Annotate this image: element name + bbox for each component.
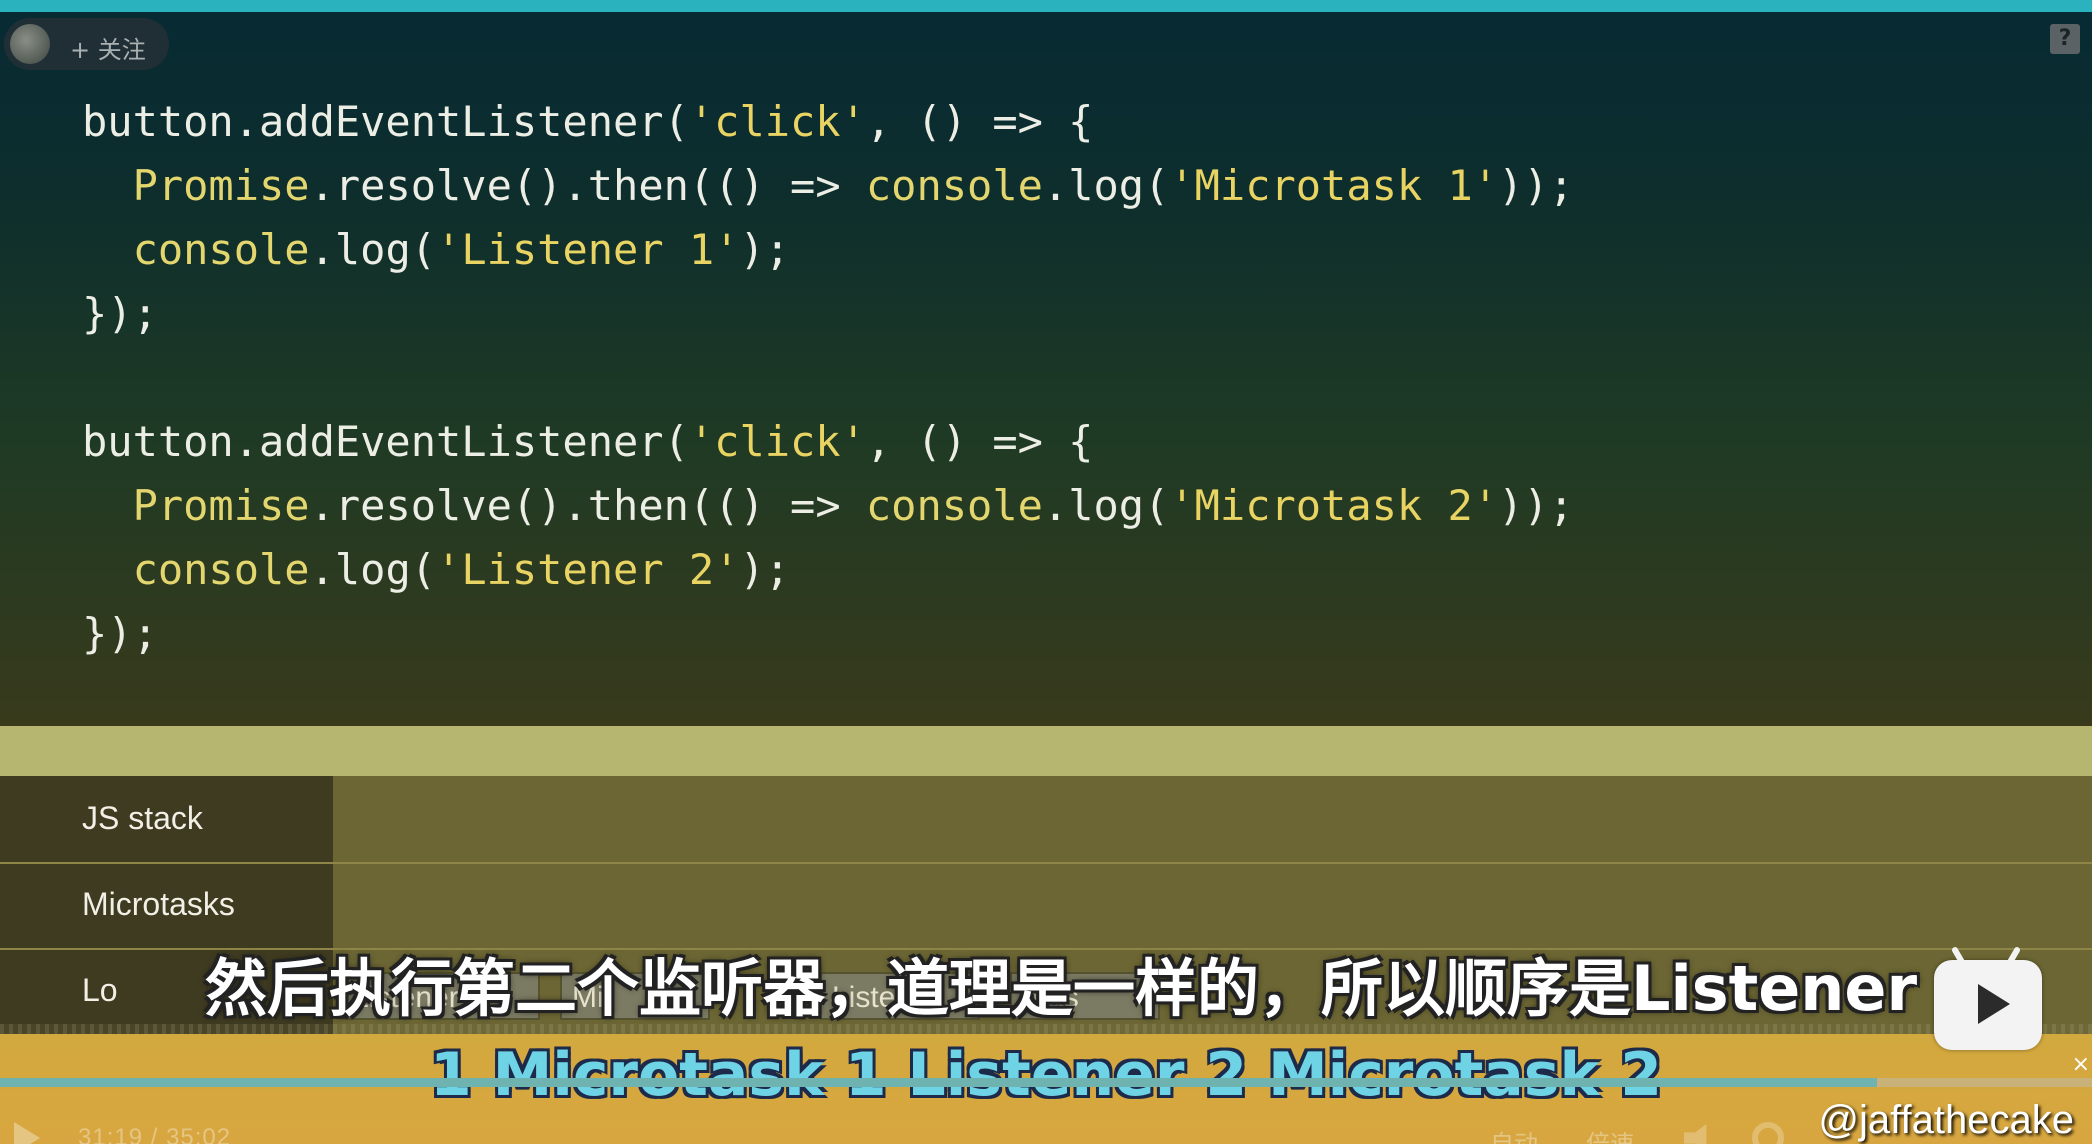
code-token: 'Listener 1' [436,225,740,274]
code-token: Promise [132,481,310,530]
code-line: Promise.resolve().then(() => console.log… [82,474,1574,538]
subtitle-chinese: 然后执行第二个监听器，道理是一样的，所以顺序是Listener [204,952,1918,1025]
code-token: console [865,161,1043,210]
subtitle-english: 1 Microtask 1 Listener 2 Microtask 2 [429,1040,1663,1110]
row-microtasks: Microtasks [0,862,2092,950]
help-icon[interactable]: ? [2050,24,2080,54]
top-accent-strip [0,0,2092,12]
code-token: ); [739,225,791,274]
author-watermark: @jaffathecake [1818,1098,2074,1142]
code-token: console [865,481,1043,530]
code-token: .log( [1042,161,1170,210]
code-line: console.log('Listener 2'); [82,538,1574,602]
follow-button[interactable]: + 关注 [4,18,169,70]
code-token: )); [1498,481,1574,530]
video-frame[interactable]: + 关注 ? button.addEventListener('click', … [0,12,2092,1144]
follow-label: + 关注 [70,36,146,64]
code-token: .resolve().then(() => [309,481,866,530]
code-line: Promise.resolve().then(() => console.log… [82,154,1574,218]
speed-button[interactable]: 倍速 [1586,1124,1634,1144]
close-icon[interactable]: × [2072,1052,2090,1077]
volume-icon[interactable] [1684,1124,1707,1144]
code-token: , () => { [865,417,1094,466]
row-js-stack: JS stack [0,776,2092,864]
uploader-avatar[interactable] [10,24,50,64]
code-token: button.addEventListener( [82,97,689,146]
code-line: button.addEventListener('click', () => { [82,410,1574,474]
code-token: , () => { [865,97,1094,146]
event-loop-band [0,726,2092,776]
code-token: 'Listener 2' [436,545,740,594]
code-token: 'click' [688,417,866,466]
code-token: 'Microtask 2' [1169,481,1499,530]
progress-fill [0,1078,1877,1087]
code-token: }); [82,289,158,338]
code-token: .resolve().then(() => [309,161,866,210]
time-display: 31:19 / 35:02 [78,1124,232,1144]
code-token: Promise [132,161,310,210]
code-token: console [132,225,310,274]
code-token: .log( [309,225,437,274]
code-token: }); [82,609,158,658]
row-label: JS stack [82,800,203,836]
code-token: 'click' [688,97,866,146]
code-token: .log( [1042,481,1170,530]
row-label: Microtasks [82,886,235,922]
quality-auto-button[interactable]: 自动 [1490,1124,1538,1144]
player-controls: 31:19 / 35:02 自动 倍速 [0,1112,2092,1144]
code-token: .log( [309,545,437,594]
code-snippet: button.addEventListener('click', () => {… [82,90,1574,666]
play-icon[interactable] [14,1122,40,1144]
code-token: console [132,545,310,594]
settings-icon[interactable] [1752,1122,1784,1144]
code-line: console.log('Listener 1'); [82,218,1574,282]
code-line: }); [82,602,1574,666]
code-token: button.addEventListener( [82,417,689,466]
code-token: 'Microtask 1' [1169,161,1499,210]
code-line: button.addEventListener('click', () => { [82,90,1574,154]
code-token: )); [1498,161,1574,210]
progress-bar[interactable] [0,1078,2092,1087]
code-line: }); [82,282,1574,346]
code-token: ); [739,545,791,594]
